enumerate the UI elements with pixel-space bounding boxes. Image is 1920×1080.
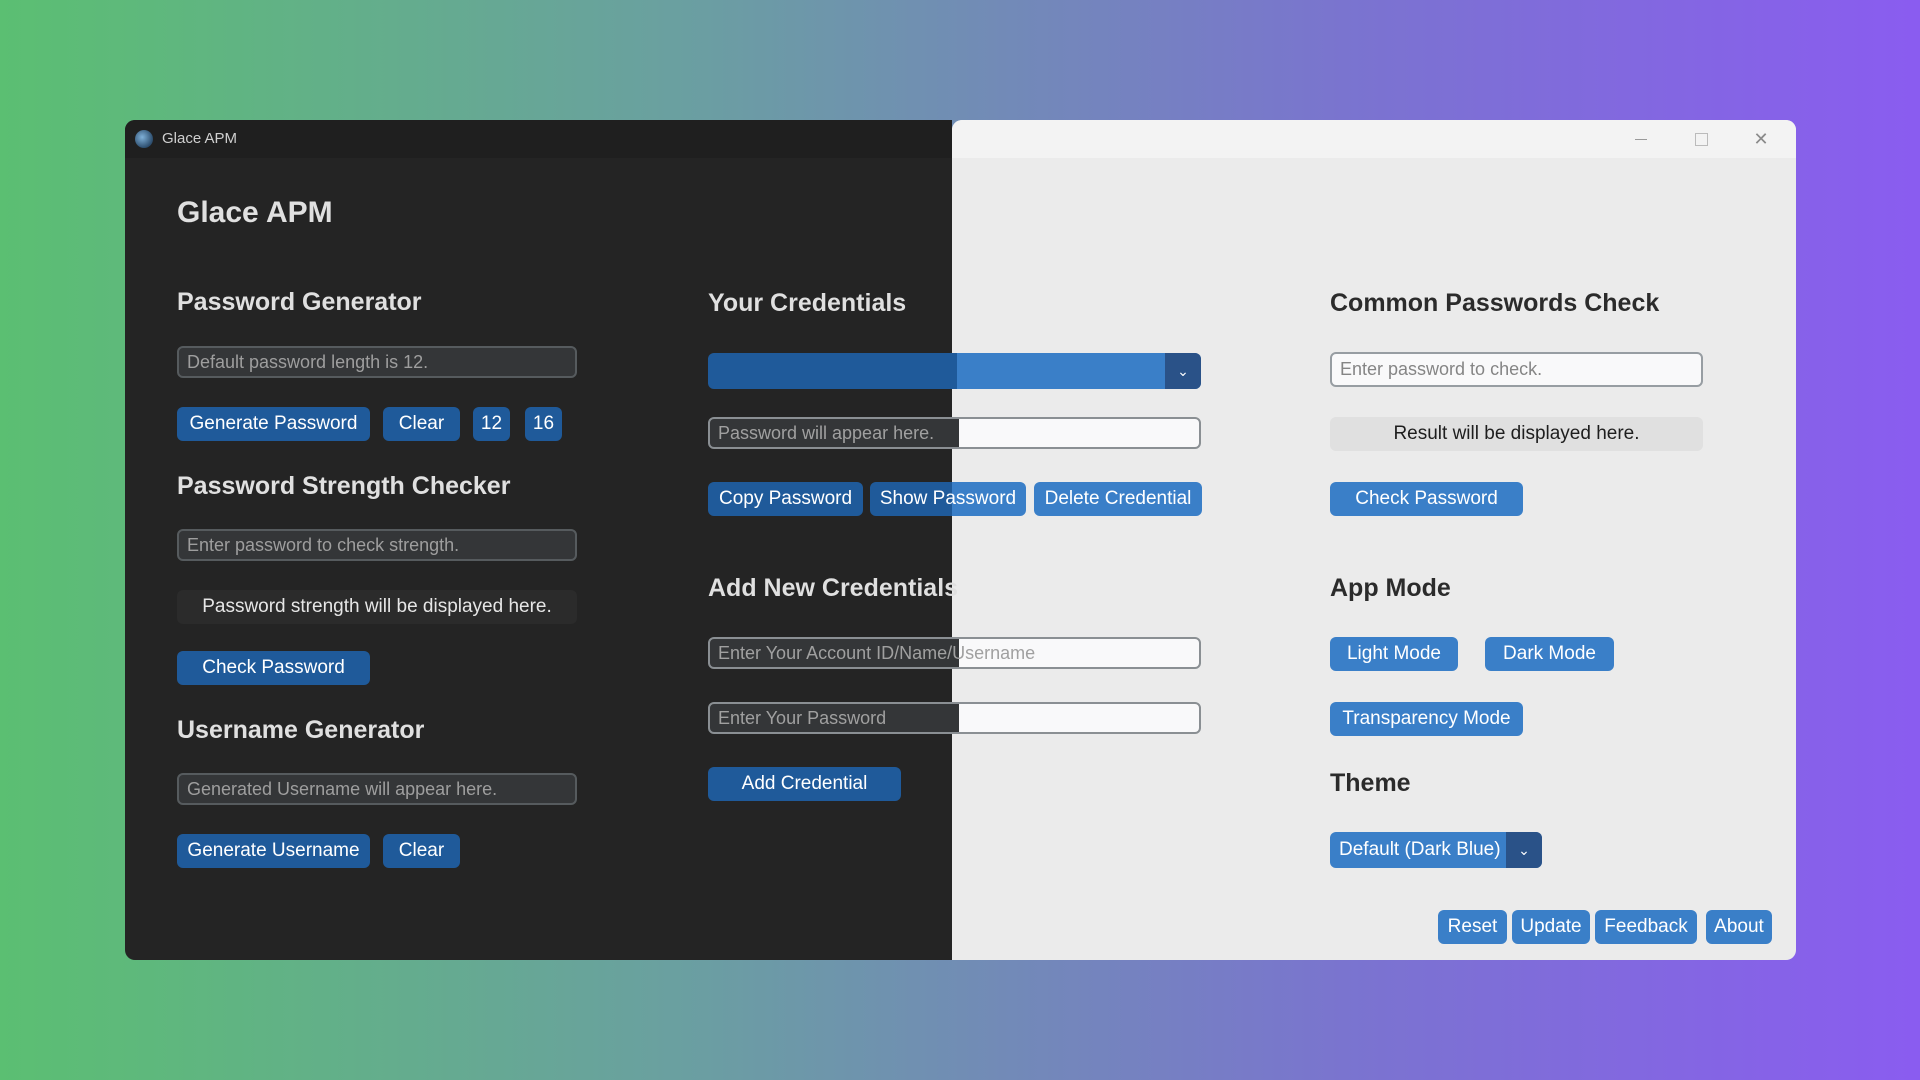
maximize-icon [1694,132,1708,146]
common-check-heading: Common Passwords Check [1330,289,1660,317]
add-credentials-heading-text: Add New Credentials [708,574,959,602]
close-button[interactable]: ✕ [1738,126,1784,152]
generate-password-button[interactable]: Generate Password [177,407,370,441]
close-icon: ✕ [1753,128,1769,149]
account-id-field[interactable]: Enter Your Account ID/Name/Username [708,637,1201,669]
copy-password-button[interactable]: Copy Password [708,482,863,516]
length-12-button[interactable]: 12 [473,407,510,441]
about-button[interactable]: About [1706,910,1772,944]
generated-username-field[interactable]: Generated Username will appear here. [177,773,577,805]
window-title: Glace APM [162,130,238,147]
strength-checker-heading: Password Strength Checker [177,472,511,500]
maximize-button[interactable] [1678,126,1724,152]
reset-button[interactable]: Reset [1438,910,1507,944]
password-generator-heading: Password Generator [177,288,422,316]
generate-username-button[interactable]: Generate Username [177,834,370,868]
delete-credential-button[interactable]: Delete Credential [1034,482,1202,516]
show-password-button[interactable]: Show Password [870,482,1026,516]
chevron-down-icon[interactable]: ⌄ [1506,832,1542,868]
clear-password-button[interactable]: Clear [383,407,460,441]
app-window: Glace APM ✕ Glace APM Password Generator… [125,120,1796,960]
strength-result: Password strength will be displayed here… [177,590,577,624]
titlebar-right[interactable] [952,120,1796,158]
dark-mode-button[interactable]: Dark Mode [1485,637,1614,671]
theme-dropdown[interactable]: Default (Dark Blue) ⌄ [1330,832,1542,868]
length-16-button[interactable]: 16 [525,407,562,441]
feedback-button[interactable]: Feedback [1595,910,1697,944]
common-check-input[interactable]: Enter password to check. [1330,352,1703,387]
credentials-dropdown[interactable]: ⌄ [708,353,1201,389]
strength-input[interactable]: Enter password to check strength. [177,529,577,561]
common-check-button[interactable]: Check Password [1330,482,1523,516]
titlebar[interactable]: Glace APM [125,120,952,158]
chevron-down-icon[interactable]: ⌄ [1165,353,1201,389]
transparency-mode-button[interactable]: Transparency Mode [1330,702,1523,736]
app-logo-icon [135,130,153,148]
generated-password-field[interactable]: Default password length is 12. [177,346,577,378]
add-credential-button[interactable]: Add Credential [708,767,901,801]
credential-password-field[interactable]: Password will appear here. [708,417,1201,449]
username-generator-heading: Username Generator [177,716,425,744]
theme-selected: Default (Dark Blue) [1339,839,1501,860]
add-credentials-heading: Add New Credentials [708,574,958,603]
credentials-heading: Your Credentials [708,289,906,318]
check-strength-button[interactable]: Check Password [177,651,370,685]
update-button[interactable]: Update [1512,910,1590,944]
common-check-result: Result will be displayed here. [1330,417,1703,451]
new-password-field[interactable]: Enter Your Password [708,702,1201,734]
app-heading: Glace APM [177,196,333,229]
light-mode-button[interactable]: Light Mode [1330,637,1458,671]
credentials-heading-text: Your Credentials [708,289,907,317]
minimize-button[interactable] [1618,126,1664,152]
minimize-icon [1635,138,1647,140]
clear-username-button[interactable]: Clear [383,834,460,868]
app-mode-heading: App Mode [1330,574,1451,602]
theme-heading: Theme [1330,769,1411,797]
